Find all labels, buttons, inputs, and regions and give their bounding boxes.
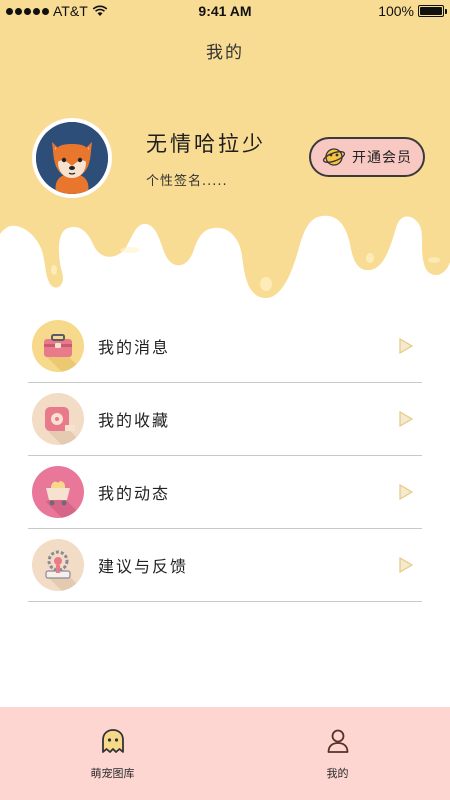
mine-cart-icon: [46, 481, 84, 518]
toolbox-icon: [44, 334, 84, 372]
user-icon: [327, 729, 348, 753]
avatar-image: [36, 122, 108, 194]
tab-bar: 萌宠图库 我的: [0, 707, 450, 800]
tab-label: 我的: [326, 766, 349, 780]
avatar[interactable]: [32, 118, 112, 198]
tab-mine[interactable]: 我的: [225, 707, 450, 800]
page-title: 我的: [206, 43, 244, 63]
menu-item-favorites[interactable]: 我的收藏: [28, 383, 422, 456]
status-time: 9:41 AM: [198, 3, 252, 19]
menu-icon-bg: [32, 320, 84, 372]
vip-label: 开通会员: [352, 150, 412, 166]
signature[interactable]: 个性签名.....: [146, 170, 266, 189]
battery-icon: [418, 5, 447, 17]
battery-fill: [420, 7, 442, 15]
menu-item-messages[interactable]: 我的消息: [28, 310, 422, 383]
status-bar: AT&T 9:41 AM 100%: [0, 0, 450, 22]
user-info: 无情哈拉少 个性签名.....: [146, 128, 266, 189]
profile-section: 无情哈拉少 个性签名.....: [32, 118, 266, 198]
status-right: 100%: [378, 3, 447, 19]
menu-label: 建议与反馈: [98, 557, 189, 576]
tab-label: 萌宠图库: [90, 766, 135, 780]
menu-icon-bg: [32, 466, 84, 518]
menu-label: 我的动态: [98, 484, 171, 503]
menu-label: 我的消息: [98, 338, 171, 357]
arrow-right-icon: [399, 556, 414, 574]
gear-device-icon: [45, 550, 84, 591]
tape-measure-icon: [45, 407, 84, 445]
ghost-icon: [101, 728, 124, 753]
arrow-right-icon: [399, 483, 414, 501]
menu-icon-bg: [32, 539, 84, 591]
battery-percent: 100%: [378, 3, 414, 19]
arrow-right-icon: [399, 337, 414, 355]
open-vip-button[interactable]: 开通会员: [309, 137, 425, 177]
menu-item-feedback[interactable]: 建议与反馈: [28, 529, 422, 602]
wifi-icon: [92, 5, 108, 16]
menu-label: 我的收藏: [98, 411, 171, 430]
menu-list: 我的消息 我的收藏 我的动态 建议与反馈: [28, 310, 422, 602]
arrow-right-icon: [399, 410, 414, 428]
username: 无情哈拉少: [146, 131, 266, 156]
menu-item-activity[interactable]: 我的动态: [28, 456, 422, 529]
menu-icon-bg: [32, 393, 84, 445]
carrier-label: AT&T: [53, 3, 88, 19]
shiba-dog-icon: [36, 122, 108, 194]
planet-icon: [322, 148, 346, 166]
status-left: AT&T: [6, 3, 108, 19]
tab-pet-gallery[interactable]: 萌宠图库: [0, 707, 225, 800]
signal-icon: [6, 7, 49, 15]
